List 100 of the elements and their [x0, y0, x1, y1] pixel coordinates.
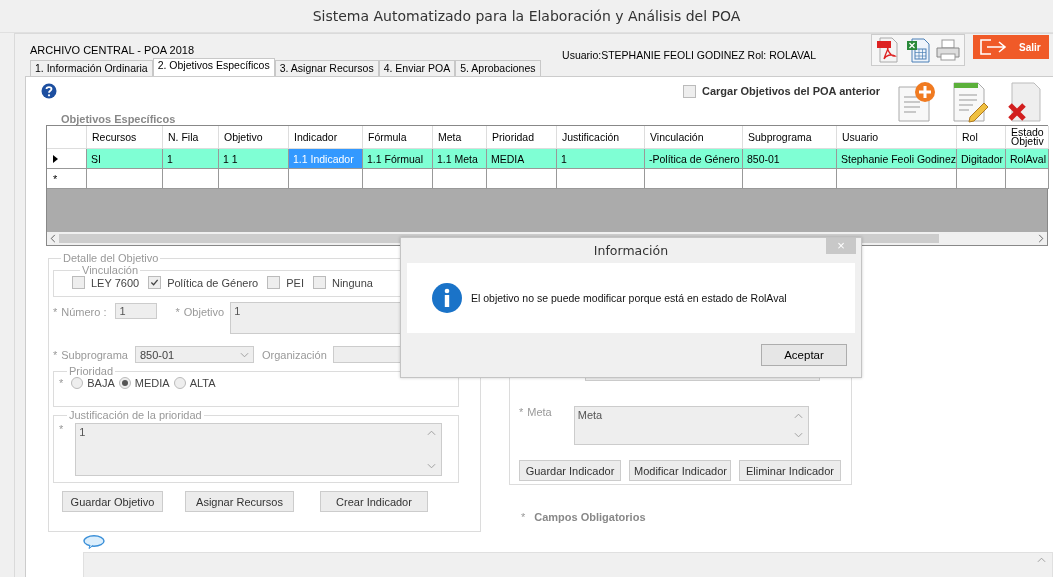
table-cell[interactable]: 1.1 Fórmual — [363, 149, 433, 169]
column-header[interactable]: Recursos — [87, 126, 163, 149]
required-mark: * — [175, 306, 180, 318]
checkbox-label: Política de Género — [167, 276, 259, 289]
chevron-down-icon[interactable] — [239, 351, 249, 358]
field-label: Organización — [261, 348, 327, 361]
table-cell[interactable]: -Política de Género — [645, 149, 743, 169]
radio-label: ALTA — [189, 377, 216, 389]
table-cell[interactable]: Digitador — [957, 149, 1006, 169]
scroll-left-icon[interactable] — [50, 234, 56, 243]
column-header[interactable]: N. Fila — [163, 126, 219, 149]
action-button[interactable]: Guardar Objetivo — [62, 491, 163, 512]
column-header[interactable]: Vinculación — [645, 126, 743, 149]
radio-button[interactable] — [173, 377, 186, 389]
checkbox[interactable] — [267, 276, 281, 289]
help-icon[interactable] — [41, 83, 57, 99]
text-area[interactable]: Meta — [573, 406, 809, 445]
scroll-down-icon[interactable] — [427, 463, 437, 469]
scroll-right-icon[interactable] — [1038, 234, 1044, 243]
tab[interactable]: 5. Aprobaciones — [455, 60, 541, 76]
group-title: Prioridad — [68, 365, 115, 377]
required-mark: * — [59, 423, 64, 437]
required-mark: * — [53, 306, 58, 318]
required-mark: * — [519, 406, 524, 420]
column-header[interactable]: Justificación — [557, 126, 645, 149]
checkbox-label: LEY 7600 — [91, 276, 140, 289]
group-title: Detalle del Objetivo — [62, 252, 160, 264]
action-button[interactable]: Guardar Indicador — [519, 460, 621, 481]
required-mark: * — [59, 377, 64, 389]
column-header[interactable]: Estado Objetiv — [1006, 126, 1049, 149]
checkbox[interactable] — [72, 276, 85, 289]
scroll-down-icon[interactable] — [793, 432, 803, 438]
dropdown[interactable]: 850-01 — [134, 346, 254, 363]
column-header[interactable]: Rol — [957, 126, 1006, 149]
action-button[interactable]: Modificar Indicador — [629, 460, 731, 481]
row-pointer-icon — [53, 154, 58, 163]
group-title: Vinculación — [81, 264, 140, 276]
table-cell[interactable]: SI — [87, 149, 163, 169]
checkbox-label: Cargar Objetivos del POA anterior — [702, 85, 881, 97]
column-header[interactable]: Indicador — [289, 126, 363, 149]
field-label: Meta — [527, 406, 552, 420]
document-add-icon[interactable] — [896, 81, 937, 123]
grid-title: Objetivos Específicos — [61, 113, 177, 125]
table-cell[interactable]: 1.1 Meta — [433, 149, 487, 169]
required-mark: * — [53, 348, 58, 361]
header-corner — [47, 126, 87, 149]
speech-bubble-icon[interactable] — [83, 535, 105, 549]
window-title: Sistema Automatizado para la Elaboración y Análisis del POA — [312, 8, 741, 24]
table-cell[interactable]: 1 — [163, 149, 219, 169]
column-header[interactable]: Usuario — [837, 126, 957, 149]
row-header[interactable]: * — [47, 169, 87, 189]
tab[interactable]: 4. Enviar POA — [378, 60, 456, 76]
action-button[interactable]: Eliminar Indicador — [739, 460, 841, 481]
field-label: Subprograma — [61, 348, 128, 361]
tab[interactable]: 2. Objetivos Específicos — [152, 58, 275, 76]
table-cell[interactable]: 850-01 — [743, 149, 837, 169]
row-header[interactable] — [47, 149, 87, 169]
table-cell[interactable]: 1 1 — [219, 149, 289, 169]
table-cell[interactable]: MEDIA — [487, 149, 557, 169]
tab[interactable]: 1. Información Ordinaria — [30, 60, 153, 76]
spreadsheet-icon[interactable] — [905, 37, 932, 63]
column-header[interactable]: Meta — [433, 126, 487, 149]
input-field[interactable]: 1 — [114, 303, 157, 319]
printer-icon[interactable] — [935, 37, 962, 63]
table-cell[interactable]: Stephanie Feoli Godinez — [837, 149, 957, 169]
checkbox[interactable] — [313, 276, 326, 289]
table-cell[interactable]: 1 — [557, 149, 645, 169]
archive-title: ARCHIVO CENTRAL - POA 2018 — [30, 44, 195, 56]
checkbox[interactable] — [148, 276, 162, 289]
action-button[interactable]: Asignar Recursos — [185, 491, 294, 512]
radio-label: MEDIA — [134, 377, 170, 389]
scroll-up-icon[interactable] — [793, 413, 803, 419]
scroll-up-icon[interactable] — [1037, 557, 1046, 563]
radio-label: BAJA — [87, 377, 115, 389]
checkmark-icon — [150, 278, 160, 287]
column-header[interactable]: Subprograma — [743, 126, 837, 149]
dialog-title: Información — [593, 243, 669, 258]
checkbox-label: PEI — [286, 276, 304, 289]
column-header[interactable]: Fórmula — [363, 126, 433, 149]
action-button[interactable]: Crear Indicador — [320, 491, 428, 512]
radio-button[interactable] — [71, 377, 84, 389]
user-info: Usuario:STEPHANIE FEOLI GODINEZ Rol: ROLAVAL — [562, 49, 817, 61]
table-cell[interactable]: RolAval — [1006, 149, 1049, 169]
dialog-message: El objetivo no se puede modificar porque está en estado de RolAval — [471, 292, 787, 304]
checkbox[interactable] — [683, 84, 696, 98]
accept-button[interactable]: Aceptar — [761, 344, 847, 366]
required-mark: * — [521, 511, 526, 523]
required-note: Campos Obligatorios — [534, 511, 646, 523]
field-label: Objetivo — [183, 306, 225, 318]
comment-field[interactable] — [83, 552, 1053, 577]
column-header[interactable]: Prioridad — [487, 126, 557, 149]
scroll-up-icon[interactable] — [427, 430, 437, 436]
text-area[interactable]: 1 — [75, 423, 443, 476]
group-title: Justificación de la prioridad — [68, 409, 203, 421]
tab[interactable]: 3. Asignar Recursos — [274, 60, 379, 76]
checkbox-label: Ninguna — [332, 276, 373, 289]
column-header[interactable]: Objetivo — [219, 126, 289, 149]
document-edit-icon[interactable] — [950, 81, 991, 123]
info-icon — [432, 283, 462, 313]
radio-button[interactable] — [118, 377, 131, 389]
